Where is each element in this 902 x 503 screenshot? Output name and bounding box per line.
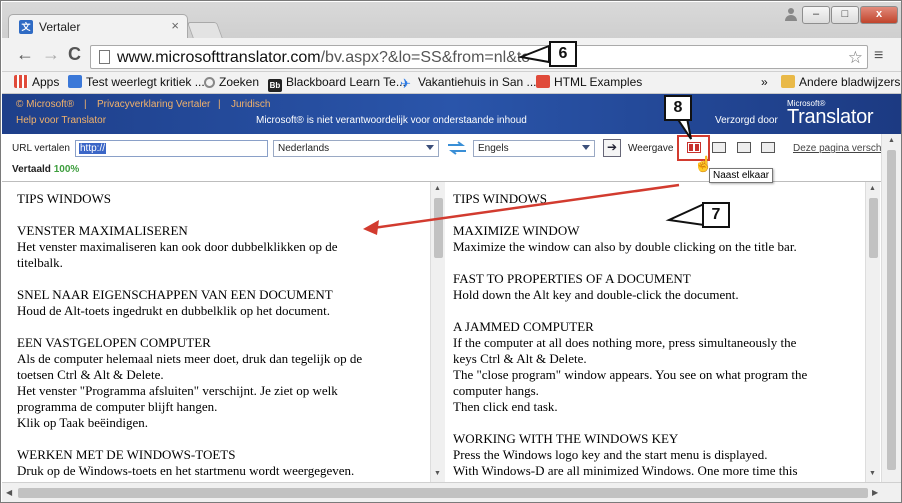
view-label: Weergave bbox=[628, 143, 674, 154]
bookmark-vakantiehuis[interactable]: ✈ Vakantiehuis in San ... bbox=[400, 75, 537, 90]
legal-link[interactable]: Juridisch bbox=[231, 99, 270, 110]
url-text: www.microsofttranslator.com/bv.aspx?&lo=… bbox=[117, 49, 558, 66]
callout-6: 6 bbox=[549, 41, 577, 67]
browser-toolbar: ← → C www.microsofttranslator.com/bv.asp… bbox=[2, 38, 901, 72]
bookmarks-bar: Apps Test weerlegt kritiek ... Zoeken Bb… bbox=[2, 72, 901, 94]
paragraph: WORKING WITH THE WINDOWS KEY Press the Wi… bbox=[453, 431, 798, 478]
bookmark-test-weerlegt[interactable]: Test weerlegt kritiek ... bbox=[68, 75, 205, 89]
search-icon bbox=[204, 77, 215, 88]
bookmark-star-icon[interactable]: ☆ bbox=[848, 48, 863, 68]
url-input[interactable]: http:// bbox=[75, 140, 268, 157]
scroll-thumb[interactable] bbox=[18, 488, 868, 498]
translated-text-pane: TIPS WINDOWS MAXIMIZE WINDOW Maximize the… bbox=[445, 182, 865, 482]
translate-go-button[interactable]: ➔ bbox=[603, 139, 621, 157]
browser-tab[interactable]: 文 Vertaler × bbox=[8, 14, 188, 39]
minimize-button[interactable]: – bbox=[802, 6, 830, 24]
page-icon bbox=[99, 50, 110, 64]
reload-button[interactable]: C bbox=[68, 45, 81, 63]
maximize-button[interactable]: □ bbox=[831, 6, 859, 24]
translator-banner: © Microsoft® | Privacyverklaring Vertale… bbox=[2, 94, 901, 134]
apps-grid-icon bbox=[14, 75, 28, 88]
scroll-left-icon[interactable]: ◀ bbox=[6, 488, 12, 497]
tab-title: Vertaler bbox=[39, 20, 81, 34]
new-tab-button[interactable] bbox=[186, 22, 224, 39]
folder-icon bbox=[781, 75, 795, 88]
scroll-up-icon[interactable]: ▲ bbox=[888, 137, 895, 144]
screenshot-frame: 文 Vertaler × – □ x ← → C www.microsofttr… bbox=[0, 0, 902, 503]
paragraph: TIPS WINDOWS bbox=[17, 191, 112, 206]
page-scrollbar[interactable]: ▲ bbox=[881, 134, 901, 482]
scroll-down-icon[interactable]: ▼ bbox=[869, 470, 876, 477]
to-language-select[interactable]: Engels bbox=[473, 140, 595, 157]
blackboard-icon: Bb bbox=[268, 79, 282, 92]
paragraph: WERKEN MET DE WINDOWS-TOETS Druk op de Wi… bbox=[17, 447, 355, 478]
chevron-down-icon bbox=[582, 145, 590, 150]
horizontal-scrollbar[interactable]: ◀ ▶ bbox=[2, 482, 901, 502]
bookmark-apps[interactable]: Apps bbox=[14, 75, 59, 89]
url-label: URL vertalen bbox=[12, 143, 70, 154]
from-language-select[interactable]: Nederlands bbox=[273, 140, 439, 157]
browser-tabstrip: 文 Vertaler × – □ x bbox=[2, 2, 901, 39]
bookmark-zoeken[interactable]: Zoeken bbox=[204, 75, 259, 89]
address-bar[interactable]: www.microsofttranslator.com/bv.aspx?&lo=… bbox=[90, 45, 868, 69]
user-icon[interactable] bbox=[781, 6, 801, 24]
privacy-link[interactable]: Privacyverklaring Vertaler bbox=[97, 99, 210, 110]
callout-8: 8 bbox=[664, 95, 692, 121]
paragraph: FAST TO PROPERTIES OF A DOCUMENT Hold dow… bbox=[453, 271, 739, 302]
bookmark-html-examples[interactable]: HTML Examples bbox=[536, 75, 642, 89]
banner-separator-2: | bbox=[218, 99, 221, 110]
side-by-side-view-icon[interactable] bbox=[687, 142, 701, 153]
paragraph: A JAMMED COMPUTER If the computer at all … bbox=[453, 319, 808, 414]
paragraph: SNEL NAAR EIGENSCHAPPEN VAN EEN DOCUMENT… bbox=[17, 287, 333, 318]
scroll-up-icon[interactable]: ▲ bbox=[434, 185, 441, 192]
ad-icon bbox=[68, 75, 82, 88]
bookmark-other-folder[interactable]: Andere bladwijzers bbox=[781, 75, 900, 89]
right-pane-scrollbar[interactable]: ▲ ▼ bbox=[865, 182, 880, 482]
view-tooltip: Naast elkaar bbox=[709, 168, 774, 183]
close-window-button[interactable]: x bbox=[860, 6, 898, 24]
powered-by-text: Verzorgd door bbox=[715, 115, 778, 126]
swap-languages-icon[interactable] bbox=[446, 141, 468, 155]
scroll-thumb[interactable] bbox=[869, 198, 878, 258]
html-icon bbox=[536, 75, 550, 88]
top-bottom-view-icon[interactable] bbox=[712, 142, 726, 153]
microsoft-link[interactable]: © Microsoft® bbox=[16, 99, 74, 110]
original-view-icon[interactable] bbox=[761, 142, 775, 153]
forward-button[interactable]: → bbox=[42, 45, 60, 63]
scroll-right-icon[interactable]: ▶ bbox=[872, 488, 878, 497]
scroll-thumb[interactable] bbox=[434, 198, 443, 258]
scroll-up-icon[interactable]: ▲ bbox=[869, 185, 876, 192]
callout-7: 7 bbox=[702, 202, 730, 228]
chrome-menu-icon[interactable]: ≡ bbox=[874, 47, 883, 65]
translator-favicon-icon: 文 bbox=[19, 20, 33, 34]
help-link[interactable]: Help voor Translator bbox=[16, 115, 106, 126]
bookmark-blackboard[interactable]: Bb Blackboard Learn Te... bbox=[268, 75, 406, 92]
hover-view-icon[interactable] bbox=[737, 142, 751, 153]
paragraph: TIPS WINDOWS bbox=[453, 191, 548, 206]
original-text-pane: TIPS WINDOWS VENSTER MAXIMALISEREN Het ve… bbox=[2, 182, 430, 482]
scroll-down-icon[interactable]: ▼ bbox=[434, 470, 441, 477]
bookmarks-overflow-button[interactable]: » bbox=[761, 75, 768, 89]
paragraph: VENSTER MAXIMALISEREN Het venster maximal… bbox=[17, 223, 338, 270]
left-pane-scrollbar[interactable]: ▲ ▼ bbox=[430, 182, 445, 482]
translated-status: Vertaald 100% bbox=[12, 164, 80, 175]
disclaimer-text: Microsoft® is niet verantwoordelijk voor… bbox=[256, 115, 527, 126]
tab-close-icon[interactable]: × bbox=[171, 18, 179, 33]
this-page-link[interactable]: Deze pagina versch bbox=[793, 143, 881, 154]
translator-logo: Translator bbox=[787, 106, 874, 128]
plane-icon: ✈ bbox=[400, 76, 411, 91]
paragraph: EEN VASTGELOPEN COMPUTER Als de computer … bbox=[17, 335, 363, 430]
banner-separator-1: | bbox=[84, 99, 87, 110]
paragraph: MAXIMIZE WINDOW Maximize the window can a… bbox=[453, 223, 797, 254]
chevron-down-icon bbox=[426, 145, 434, 150]
back-button[interactable]: ← bbox=[16, 45, 34, 63]
scroll-thumb[interactable] bbox=[887, 150, 896, 470]
hand-cursor-icon: ☝ bbox=[694, 156, 713, 173]
